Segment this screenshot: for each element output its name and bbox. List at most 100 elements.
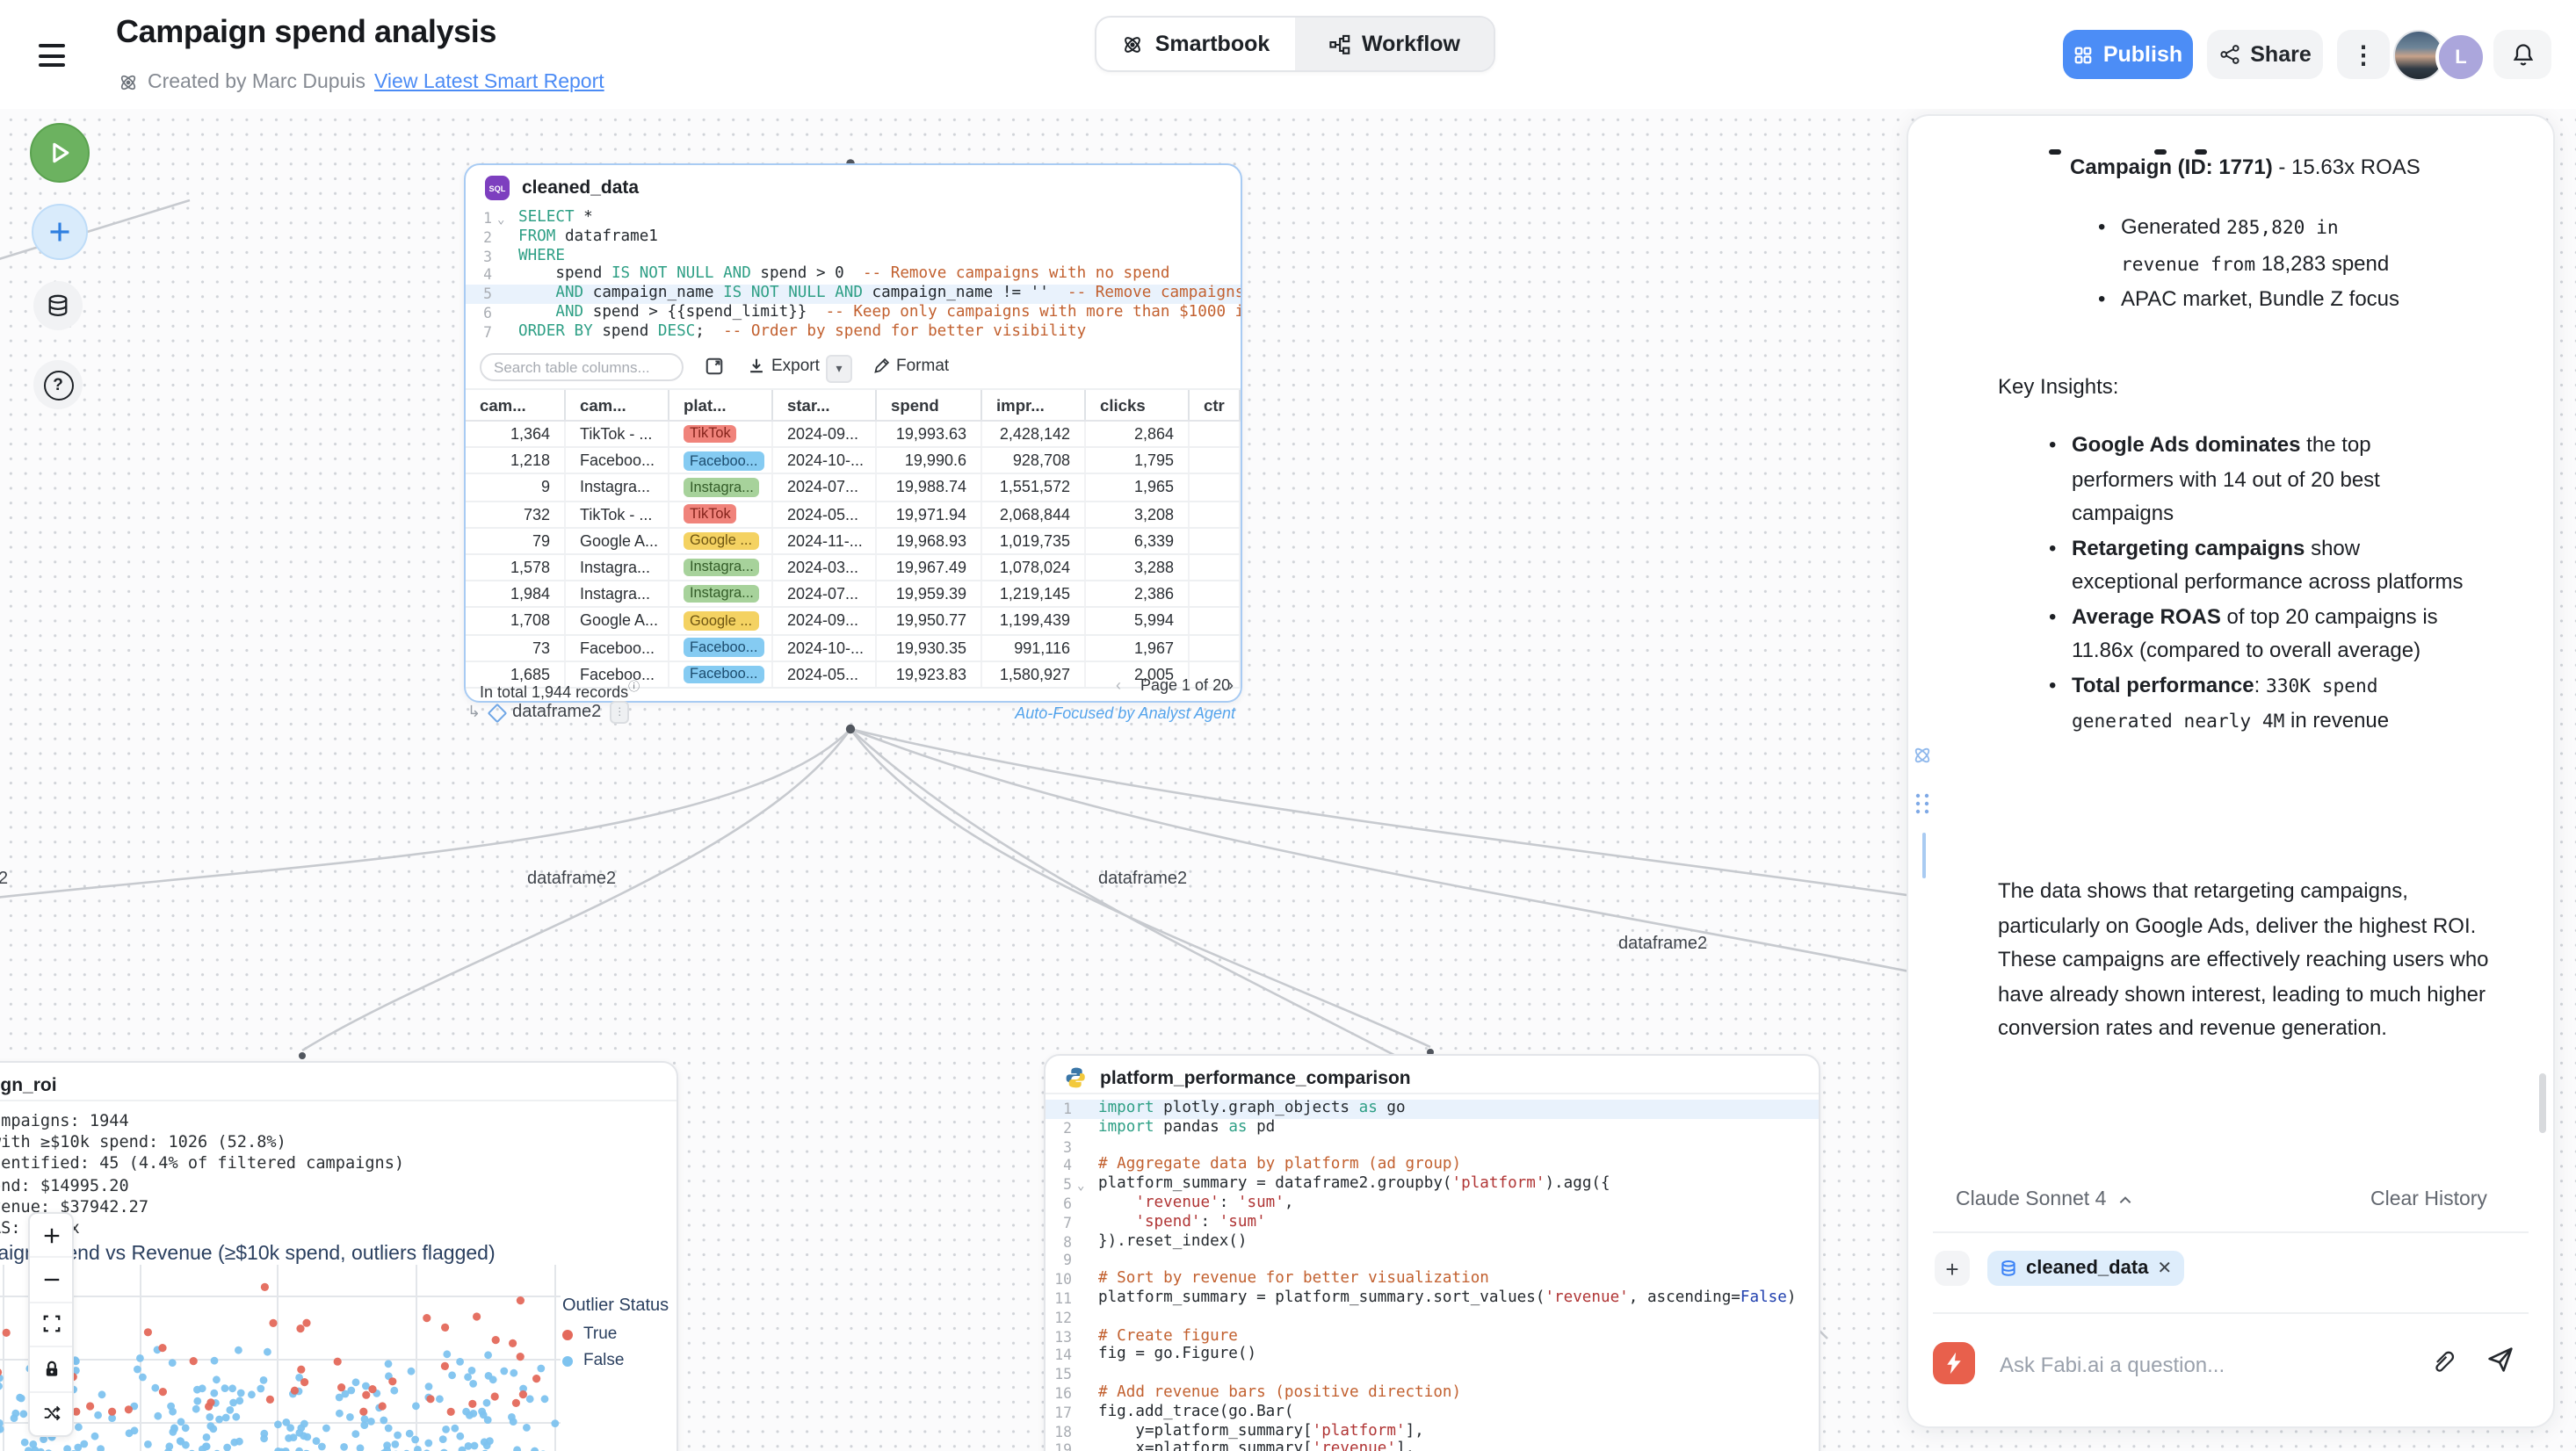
sql-editor[interactable]: 1⌄SELECT *2FROM dataframe13WHERE4 spend …	[466, 209, 1241, 342]
clear-history-button[interactable]: Clear History	[2370, 1189, 2487, 1210]
export-button[interactable]: Export	[771, 357, 820, 376]
node-platform-performance[interactable]: platform_performance_comparison 1import …	[1044, 1054, 1820, 1451]
tab-workflow[interactable]: Workflow	[1295, 18, 1494, 70]
next-page-chevron[interactable]: ›	[1228, 676, 1234, 694]
shuffle-button[interactable]	[30, 1392, 72, 1435]
hamburger-icon	[39, 44, 65, 47]
table-row[interactable]: 1,218Faceboo...Faceboo...2024-10-...19,9…	[466, 448, 1241, 474]
table-cell: 3,288	[1086, 555, 1190, 580]
code-line[interactable]: 5 AND campaign_name IS NOT NULL AND camp…	[466, 285, 1241, 304]
fit-view-button[interactable]	[30, 1303, 72, 1348]
remove-chip-icon[interactable]: ✕	[2157, 1259, 2172, 1278]
node-cleaned-data[interactable]: SQL cleaned_data 1⌄SELECT *2FROM datafra…	[464, 163, 1242, 703]
more-options-button[interactable]: ⋮	[2337, 30, 2390, 79]
link-to-smartbook-icon[interactable]	[1912, 745, 1933, 766]
chat-scrollbar[interactable]	[2539, 1073, 2546, 1133]
expand-table-icon[interactable]	[705, 357, 724, 376]
result-table[interactable]: cam...cam...plat...star...spendimpr...cl…	[466, 388, 1241, 689]
table-row[interactable]: 1,984Instagra...Instagra...2024-07...19,…	[466, 581, 1241, 608]
code-line[interactable]: 7ORDER BY spend DESC; -- Order by spend …	[466, 323, 1241, 343]
attach-file-button[interactable]	[2430, 1349, 2455, 1374]
column-header-7[interactable]: clicks	[1086, 390, 1190, 420]
assistant-paragraph: The data shows that retargeting campaign…	[1998, 875, 2514, 1046]
code-line[interactable]: 5⌄platform_summary = dataframe2.groupby(…	[1046, 1175, 1819, 1195]
code-line[interactable]: 3	[1046, 1137, 1819, 1157]
node-campaign-roi[interactable]: campaign_roi Filtered campaigns: 1944Cam…	[0, 1061, 678, 1451]
code-line[interactable]: 17fig.add_trace(go.Bar(	[1046, 1404, 1819, 1423]
zoom-in-button[interactable]	[30, 1214, 72, 1259]
code-line[interactable]: 9	[1046, 1252, 1819, 1271]
code-line[interactable]: 4# Aggregate data by platform (ad group)	[1046, 1157, 1819, 1176]
code-line[interactable]: 6 'revenue': 'sum',	[1046, 1195, 1819, 1214]
python-editor[interactable]: 1import plotly.graph_objects as go2impor…	[1046, 1100, 1819, 1451]
zoom-out-button[interactable]	[30, 1259, 72, 1303]
code-line[interactable]: 3WHERE	[466, 247, 1241, 266]
code-line[interactable]: 1import plotly.graph_objects as go	[1046, 1100, 1819, 1119]
code-text: platform_summary = dataframe2.groupby('p…	[1098, 1175, 1610, 1195]
output-options-icon[interactable]: ⋮	[610, 701, 629, 724]
code-line[interactable]: 4 spend IS NOT NULL AND spend > 0 -- Rem…	[466, 266, 1241, 285]
fold-chevron-icon[interactable]: ⌄	[1077, 1176, 1084, 1195]
data-sources-button[interactable]	[33, 281, 83, 330]
output-dataframe-label[interactable]: dataframe2	[512, 703, 601, 722]
table-row[interactable]: 1,364TikTok - ...TikTok2024-09...19,993.…	[466, 422, 1241, 448]
lock-button[interactable]	[30, 1347, 72, 1392]
avatar-collaborator[interactable]: L	[2435, 32, 2486, 83]
legend-item-false[interactable]: False	[562, 1351, 669, 1370]
code-line[interactable]: 10# Sort by revenue for better visualiza…	[1046, 1270, 1819, 1289]
code-line[interactable]: 2FROM dataframe1	[466, 228, 1241, 248]
column-header-3[interactable]: plat...	[669, 390, 773, 420]
column-header-8[interactable]: ctr	[1190, 390, 1241, 420]
download-icon	[747, 357, 766, 376]
table-row[interactable]: 79Google A...Google ...2024-11-...19,968…	[466, 529, 1241, 555]
add-context-button[interactable]: +	[1935, 1251, 1970, 1286]
publish-button[interactable]: Publish	[2063, 30, 2193, 79]
code-line[interactable]: 8}).reset_index()	[1046, 1232, 1819, 1252]
drag-handle-icon[interactable]	[1914, 792, 1931, 815]
search-table-columns-input[interactable]	[480, 353, 684, 381]
code-line[interactable]: 7 'spend': 'sum'	[1046, 1214, 1819, 1233]
code-text: fig = go.Figure()	[1098, 1346, 1256, 1366]
code-line[interactable]: 11platform_summary = platform_summary.so…	[1046, 1289, 1819, 1309]
legend-item-true[interactable]: True	[562, 1325, 669, 1344]
table-row[interactable]: 732TikTok - ...TikTok2024-05...19,971.94…	[466, 502, 1241, 528]
code-line[interactable]: 6 AND spend > {{spend_limit}} -- Keep on…	[466, 304, 1241, 323]
table-row[interactable]: 73Faceboo...Faceboo...2024-10-...19,930.…	[466, 635, 1241, 661]
code-line[interactable]: 15	[1046, 1365, 1819, 1384]
code-line[interactable]: 18 y=platform_summary['platform'],	[1046, 1422, 1819, 1441]
legend-dot-false	[562, 1355, 573, 1366]
add-node-button[interactable]	[32, 204, 88, 260]
notifications-button[interactable]	[2493, 30, 2551, 79]
ask-question-input[interactable]	[1996, 1346, 2416, 1384]
send-button[interactable]	[2486, 1346, 2514, 1374]
smart-report-link[interactable]: View Latest Smart Report	[374, 72, 604, 93]
table-cell: Google A...	[566, 529, 669, 553]
context-chip-cleaned-data[interactable]: cleaned_data ✕	[1987, 1251, 2184, 1286]
column-header-6[interactable]: impr...	[982, 390, 1086, 420]
tab-smartbook[interactable]: Smartbook	[1096, 18, 1295, 70]
table-row[interactable]: 9Instagra...Instagra...2024-07...19,988.…	[466, 475, 1241, 502]
code-line[interactable]: 14fig = go.Figure()	[1046, 1346, 1819, 1366]
code-line[interactable]: 1⌄SELECT *	[466, 209, 1241, 228]
run-workflow-button[interactable]	[30, 123, 90, 183]
code-line[interactable]: 12	[1046, 1309, 1819, 1328]
column-header-1[interactable]: cam...	[466, 390, 566, 420]
share-button[interactable]: Share	[2207, 30, 2323, 79]
export-options-chevron[interactable]: ▾	[826, 355, 852, 383]
table-row[interactable]: 1,578Instagra...Instagra...2024-03...19,…	[466, 555, 1241, 581]
model-selector[interactable]: Claude Sonnet 4	[1956, 1189, 2132, 1210]
help-button[interactable]: ?	[33, 360, 83, 409]
format-button[interactable]: Format	[896, 357, 949, 376]
menu-button[interactable]	[0, 0, 98, 109]
table-cell: TikTok - ...	[566, 422, 669, 446]
column-header-2[interactable]: cam...	[566, 390, 669, 420]
code-line[interactable]: 16# Add revenue bars (positive direction…	[1046, 1384, 1819, 1404]
code-line[interactable]: 2import pandas as pd	[1046, 1119, 1819, 1138]
column-header-4[interactable]: star...	[773, 390, 877, 420]
fold-chevron-icon[interactable]: ⌄	[497, 210, 504, 229]
prev-page-chevron[interactable]: ‹	[1116, 676, 1121, 694]
table-row[interactable]: 1,708Google A...Google ...2024-09...19,9…	[466, 609, 1241, 635]
column-header-5[interactable]: spend	[877, 390, 982, 420]
code-line[interactable]: 13# Create figure	[1046, 1327, 1819, 1346]
code-line[interactable]: 19 x=platform_summary['revenue'],	[1046, 1441, 1819, 1451]
